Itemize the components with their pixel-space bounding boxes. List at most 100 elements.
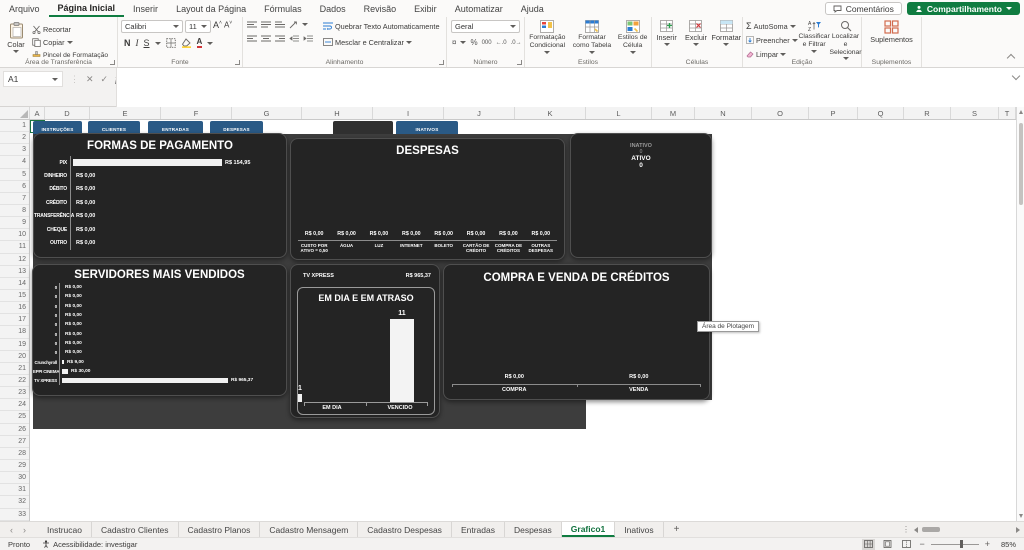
row-header[interactable]: 12 — [0, 254, 29, 266]
scroll-down-icon[interactable] — [1019, 514, 1023, 518]
ribbon-tab[interactable]: Dados — [311, 0, 355, 17]
row-header[interactable]: 16 — [0, 302, 29, 314]
row-header[interactable]: 9 — [0, 217, 29, 229]
percent-format-icon[interactable]: % — [470, 38, 477, 47]
row-header[interactable]: 17 — [0, 314, 29, 326]
credits-trade-panel[interactable]: COMPRA E VENDA DE CRÉDITOS R$ 0,00R$ 0,0… — [443, 264, 710, 400]
row-header[interactable]: 10 — [0, 229, 29, 241]
column-header[interactable]: T — [999, 107, 1016, 119]
ribbon-tab[interactable]: Ajuda — [512, 0, 553, 17]
ribbon-tab[interactable]: Inserir — [124, 0, 167, 17]
page-layout-view-button[interactable] — [881, 539, 894, 550]
cut-button[interactable]: Recortar — [32, 23, 108, 35]
align-right-icon[interactable] — [275, 35, 285, 43]
share-button[interactable]: Compartilhamento — [907, 2, 1020, 15]
column-header[interactable]: M — [652, 107, 695, 119]
fill-color-icon[interactable] — [181, 38, 192, 48]
row-header[interactable]: 11 — [0, 241, 29, 253]
column-header[interactable]: R — [904, 107, 951, 119]
increase-decimal-icon[interactable]: ←.0 — [496, 40, 507, 46]
horizontal-scrollbar[interactable] — [922, 527, 1012, 532]
vertical-scrollbar[interactable] — [1016, 107, 1024, 521]
sheet-nav-right-icon[interactable]: › — [23, 525, 26, 535]
sheet-tab[interactable]: Despesas — [505, 522, 562, 537]
align-top-icon[interactable] — [247, 21, 257, 29]
row-header[interactable]: 4 — [0, 156, 29, 168]
ribbon-tab[interactable]: Exibir — [405, 0, 446, 17]
sheet-tab[interactable]: Entradas — [452, 522, 505, 537]
dialog-launcher-icon[interactable] — [517, 60, 522, 65]
ribbon-tab[interactable]: Automatizar — [446, 0, 512, 17]
sheet-tab[interactable]: Cadastro Mensagem — [260, 522, 358, 537]
formula-input[interactable] — [116, 68, 1024, 107]
row-header[interactable]: 7 — [0, 193, 29, 205]
decrease-decimal-icon[interactable]: .0→ — [511, 40, 522, 46]
number-format-select[interactable]: Geral — [451, 20, 520, 33]
column-header[interactable]: Q — [858, 107, 904, 119]
column-header[interactable]: D — [45, 107, 90, 119]
zoom-slider[interactable] — [931, 544, 979, 545]
row-header[interactable]: 2 — [0, 132, 29, 144]
row-header[interactable]: 27 — [0, 436, 29, 448]
comments-button[interactable]: Comentários — [825, 2, 902, 15]
ribbon-tab[interactable]: Arquivo — [0, 0, 49, 17]
bold-button[interactable]: N — [124, 38, 131, 48]
row-header[interactable]: 14 — [0, 278, 29, 290]
payment-methods-panel[interactable]: FORMAS DE PAGAMENTO PIX R$ 154,95 DINHEI… — [33, 133, 287, 258]
row-header[interactable]: 26 — [0, 424, 29, 436]
zoom-slider-thumb[interactable] — [960, 540, 963, 548]
hscroll-left-icon[interactable] — [914, 527, 918, 533]
horizontal-scroll-thumb[interactable] — [922, 527, 940, 532]
column-header[interactable]: J — [444, 107, 515, 119]
normal-view-button[interactable] — [862, 539, 875, 550]
due-status-panel[interactable]: TV XPRESS R$ 965,37 EM DIA E EM ATRASO 1… — [290, 264, 440, 418]
column-header[interactable]: A — [30, 107, 45, 119]
vertical-scroll-thumb[interactable] — [1019, 123, 1023, 205]
font-size-select[interactable]: 11 — [185, 20, 211, 33]
row-header[interactable]: 8 — [0, 205, 29, 217]
zoom-level[interactable]: 85% — [996, 540, 1016, 549]
hscroll-right-icon[interactable] — [1016, 527, 1020, 533]
grow-font-button[interactable]: A˄ — [213, 20, 222, 33]
fill-button[interactable]: Preencher — [746, 34, 798, 46]
column-header[interactable]: L — [586, 107, 652, 119]
row-header[interactable]: 3 — [0, 144, 29, 156]
row-header[interactable]: 23 — [0, 387, 29, 399]
page-break-view-button[interactable] — [900, 539, 913, 550]
enter-icon[interactable]: ✓ — [101, 74, 109, 85]
sheet-tab[interactable]: Instrucao — [38, 522, 92, 537]
align-middle-icon[interactable] — [261, 21, 271, 29]
column-header[interactable]: F — [161, 107, 232, 119]
row-header[interactable]: 32 — [0, 496, 29, 508]
scroll-up-icon[interactable] — [1019, 110, 1023, 114]
orientation-icon[interactable] — [289, 20, 298, 29]
row-header[interactable]: 30 — [0, 472, 29, 484]
column-header[interactable]: I — [373, 107, 444, 119]
cancel-icon[interactable]: ✕ — [86, 74, 94, 85]
top-servers-panel[interactable]: SERVIDORES MAIS VENDIDOS 0 R$ 0,00 0 R$ … — [32, 264, 287, 396]
sheet-tab[interactable]: Grafico1 — [562, 522, 616, 537]
column-header[interactable]: P — [809, 107, 858, 119]
column-header[interactable]: N — [695, 107, 752, 119]
sheet-tab[interactable]: Cadastro Despesas — [358, 522, 452, 537]
dialog-launcher-icon[interactable] — [110, 60, 115, 65]
row-header[interactable]: 24 — [0, 399, 29, 411]
ribbon-tab[interactable]: Fórmulas — [255, 0, 311, 17]
font-color-icon[interactable]: A — [197, 38, 203, 48]
column-header[interactable]: E — [90, 107, 161, 119]
row-header[interactable]: 28 — [0, 448, 29, 460]
row-header[interactable]: 6 — [0, 181, 29, 193]
align-bottom-icon[interactable] — [275, 21, 285, 29]
row-header[interactable]: 1 — [0, 120, 29, 132]
column-header[interactable]: H — [302, 107, 373, 119]
row-header[interactable]: 13 — [0, 266, 29, 278]
autosum-button[interactable]: Σ AutoSoma — [746, 20, 798, 32]
row-header[interactable]: 5 — [0, 169, 29, 181]
row-header[interactable]: 18 — [0, 326, 29, 338]
row-header[interactable]: 29 — [0, 460, 29, 472]
accessibility-status[interactable]: Acessibilidade: investigar — [42, 540, 137, 549]
zoom-in-button[interactable]: + — [985, 539, 990, 549]
row-header[interactable]: 33 — [0, 509, 29, 521]
font-family-select[interactable]: Calibri — [121, 20, 183, 33]
sheet-nav-left-icon[interactable]: ‹ — [10, 525, 13, 535]
